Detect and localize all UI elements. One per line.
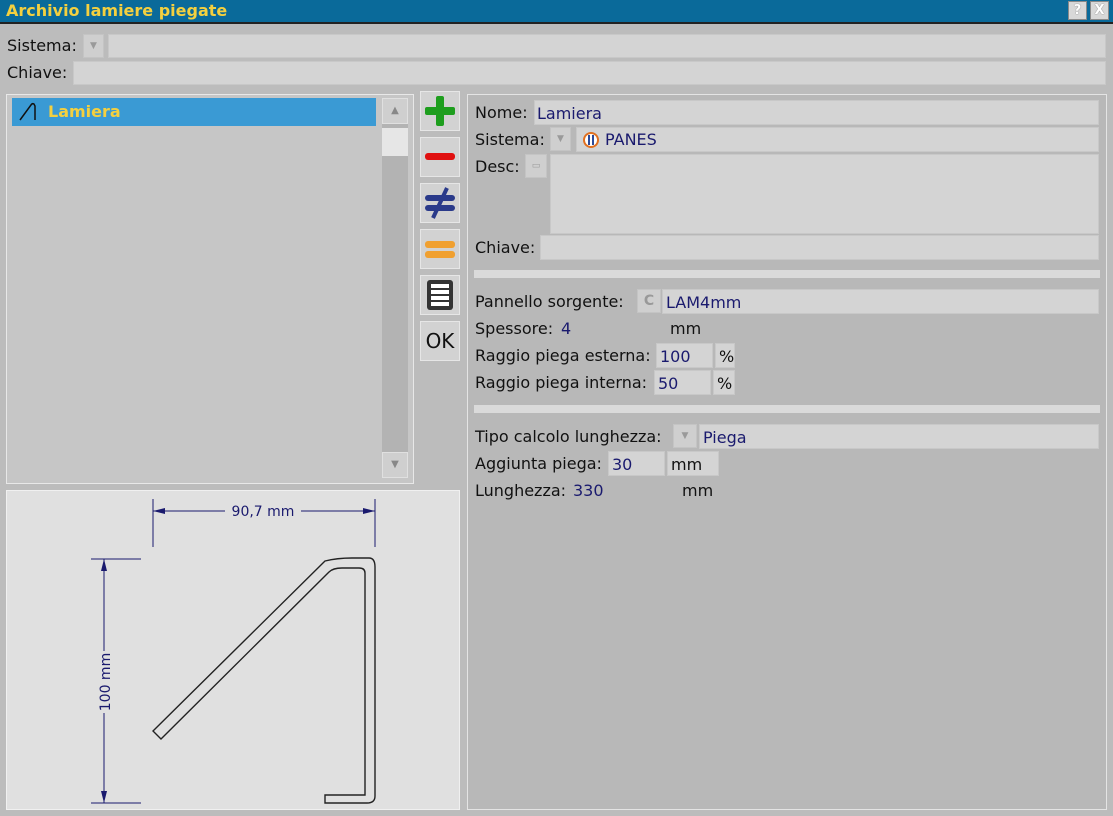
width-dimension-label: 90,7 mm — [232, 504, 295, 520]
list-item[interactable]: Lamiera — [12, 98, 376, 126]
equal-icon — [425, 241, 455, 258]
panes-logo-icon — [583, 132, 599, 148]
top-sistema-field[interactable] — [108, 34, 1106, 58]
raggio-interna-unit: % — [713, 370, 735, 395]
aggiunta-piega-unit: mm — [667, 451, 719, 476]
sheet-profile-drawing: 90,7 mm 100 mm — [91, 499, 376, 804]
raggio-interna-label: Raggio piega interna: — [475, 373, 648, 392]
aggiunta-piega-field[interactable]: 30 — [608, 451, 665, 476]
aggiunta-piega-label: Aggiunta piega: — [475, 454, 602, 473]
help-button[interactable]: ? — [1068, 1, 1087, 20]
chiave-field[interactable] — [540, 235, 1099, 260]
title-bar: Archivio lamiere piegate ? X — [0, 0, 1113, 24]
not-equal-icon — [425, 187, 455, 219]
chevron-down-icon: ▼ — [557, 134, 564, 144]
bent-sheet-icon — [19, 102, 36, 121]
remove-button[interactable] — [420, 137, 460, 177]
raggio-esterna-label: Raggio piega esterna: — [475, 346, 651, 365]
add-icon — [425, 96, 455, 126]
list-icon — [427, 280, 453, 310]
close-button[interactable]: X — [1090, 1, 1109, 20]
top-chiave-label: Chiave: — [7, 63, 68, 82]
desc-label: Desc: — [475, 157, 520, 176]
sistema-field[interactable]: PANES — [576, 127, 1099, 152]
pannello-label: Pannello sorgente: — [475, 292, 624, 311]
tipo-calcolo-label: Tipo calcolo lunghezza: — [475, 427, 662, 446]
lunghezza-label: Lunghezza: — [475, 481, 567, 500]
spessore-label: Spessore: — [475, 319, 554, 338]
separator — [474, 405, 1100, 413]
add-button[interactable] — [420, 91, 460, 131]
nome-field[interactable]: Lamiera — [534, 100, 1099, 125]
list-item-label: Lamiera — [48, 102, 121, 121]
preview-panel: 90,7 mm 100 mm — [6, 490, 460, 810]
desc-field[interactable] — [550, 154, 1099, 234]
raggio-esterna-field[interactable]: 100 — [656, 343, 713, 368]
lunghezza-unit: mm — [682, 481, 714, 500]
help-icon: ? — [1073, 3, 1082, 18]
desc-lang-button[interactable]: ▭ — [525, 154, 547, 178]
pannello-c-button[interactable]: C — [637, 289, 661, 313]
not-equal-button[interactable] — [420, 183, 460, 223]
separator — [474, 270, 1100, 278]
equal-button[interactable] — [420, 229, 460, 269]
sistema-value: PANES — [605, 130, 657, 149]
sistema-dropdown[interactable]: ▼ — [550, 127, 571, 151]
top-sistema-label: Sistema: — [7, 36, 77, 55]
triangle-up-icon: ▲ — [391, 105, 399, 116]
top-chiave-field[interactable] — [73, 61, 1106, 85]
scroll-thumb[interactable] — [382, 128, 408, 156]
triangle-down-icon: ▼ — [391, 459, 399, 470]
chevron-down-icon: ▼ — [90, 41, 97, 51]
sheet-list-panel — [6, 94, 414, 484]
lunghezza-value: 330 — [573, 481, 604, 500]
scroll-up-button[interactable]: ▲ — [382, 98, 408, 124]
chevron-down-icon: ▼ — [681, 431, 689, 441]
spessore-unit: mm — [670, 319, 702, 338]
pannello-field[interactable]: LAM4mm — [662, 289, 1099, 314]
height-dimension-label: 100 mm — [98, 653, 114, 711]
sistema-label: Sistema: — [475, 130, 545, 149]
remove-icon — [425, 153, 455, 160]
raggio-esterna-unit: % — [715, 343, 735, 368]
ok-button[interactable]: OK — [420, 321, 460, 361]
window-title: Archivio lamiere piegate — [6, 1, 228, 20]
scroll-down-button[interactable]: ▼ — [382, 452, 408, 478]
top-sistema-dropdown[interactable]: ▼ — [83, 34, 104, 58]
spessore-value: 4 — [561, 319, 572, 338]
nome-label: Nome: — [475, 103, 528, 122]
tipo-calcolo-field[interactable]: Piega — [699, 424, 1099, 449]
tipo-calcolo-dropdown[interactable]: ▼ — [673, 424, 697, 448]
chiave-label: Chiave: — [475, 238, 536, 257]
raggio-interna-field[interactable]: 50 — [654, 370, 711, 395]
list-button[interactable] — [420, 275, 460, 315]
flag-icon: ▭ — [531, 161, 541, 171]
close-icon: X — [1094, 3, 1105, 18]
